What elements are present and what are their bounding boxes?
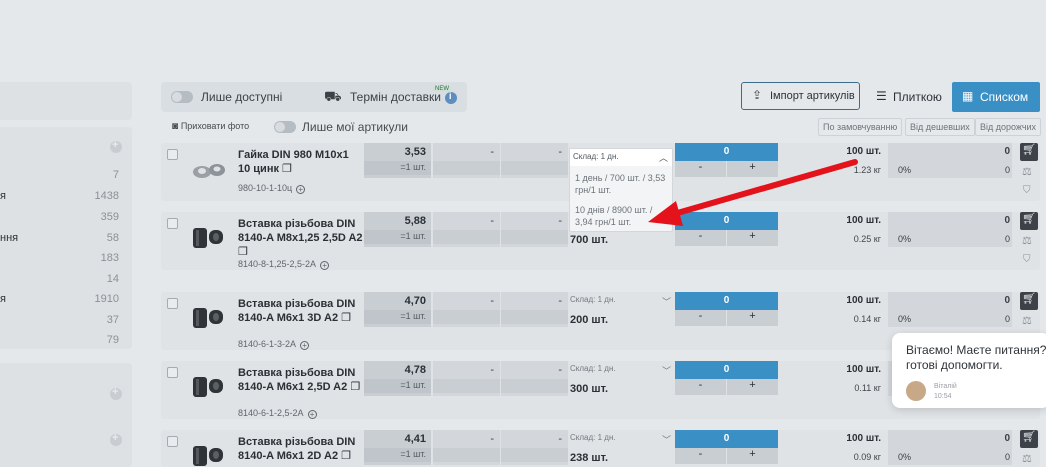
chat-widget[interactable]: Вітаємо! Маєте питання? Екготові допомог…: [892, 333, 1046, 408]
red-arrow-annotation: [648, 159, 858, 226]
avatar: [906, 381, 926, 401]
chat-agent: Віталій 10:54: [934, 383, 957, 400]
chat-message: Вітаємо! Маєте питання? Екготові допомог…: [906, 343, 1046, 372]
